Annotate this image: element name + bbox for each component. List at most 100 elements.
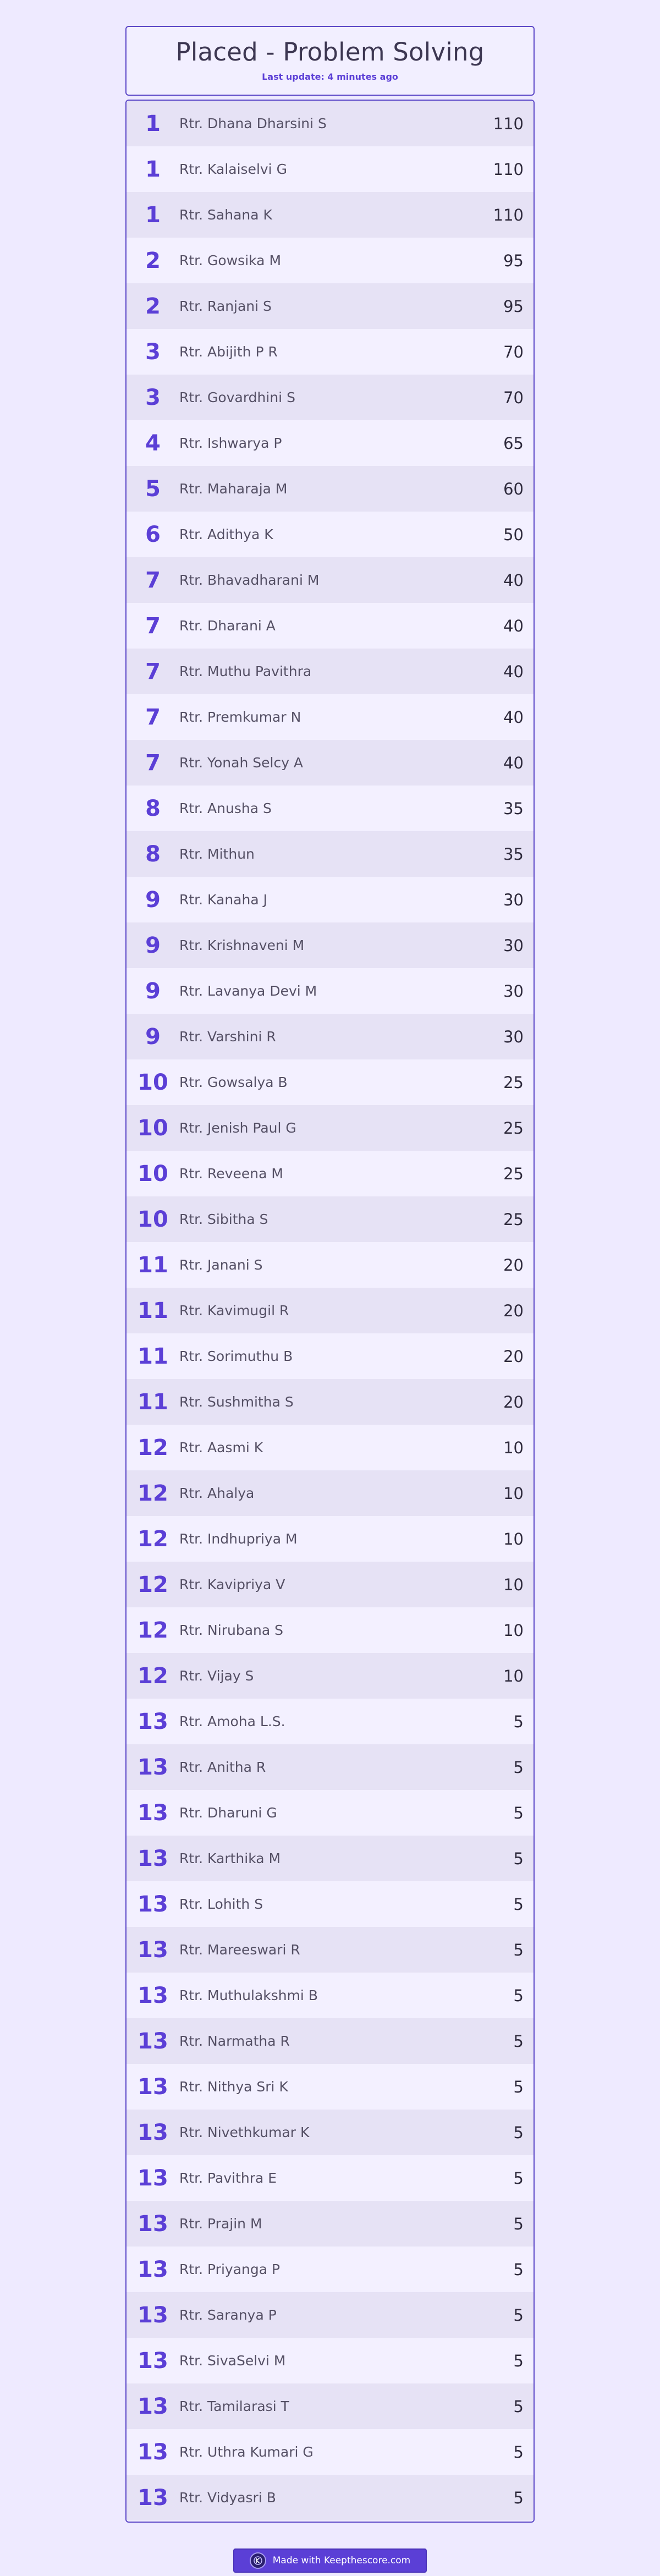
participant-score: 10	[503, 1529, 524, 1548]
participant-name: Rtr. Narmatha R	[179, 2033, 290, 2049]
rank-number: 13	[138, 2485, 168, 2511]
participant-name: Rtr. Uthra Kumari G	[179, 2444, 314, 2460]
table-row: 13 Rtr. Vidyasri B 5	[127, 2475, 534, 2520]
table-row: 2 Rtr. Gowsika M 95	[127, 238, 534, 283]
participant-score: 5	[513, 2031, 524, 2051]
participant-name: Rtr. Varshini R	[179, 1029, 276, 1045]
participant-score: 110	[493, 160, 524, 179]
table-row: 13 Rtr. Pavithra E 5	[127, 2155, 534, 2201]
rank-number: 10	[138, 1206, 168, 1232]
rank-number: 13	[138, 1846, 168, 1871]
participant-score: 20	[503, 1255, 524, 1275]
participant-score: 30	[503, 936, 524, 955]
table-row: 7 Rtr. Dharani A 40	[127, 603, 534, 649]
participant-name: Rtr. Prajin M	[179, 2216, 262, 2232]
participant-score: 10	[503, 1666, 524, 1685]
participant-name: Rtr. Krishnaveni M	[179, 937, 305, 953]
participant-score: 95	[503, 296, 524, 316]
rank-number: 13	[138, 2119, 168, 2145]
rank-number: 7	[145, 567, 161, 593]
table-row: 12 Rtr. Vijay S 10	[127, 1653, 534, 1699]
participant-name: Rtr. Pavithra E	[179, 2170, 277, 2186]
table-row: 9 Rtr. Lavanya Devi M 30	[127, 968, 534, 1014]
participant-name: Rtr. Premkumar N	[179, 709, 301, 725]
rank-number: 13	[138, 2302, 168, 2328]
rank-number: 12	[138, 1663, 168, 1689]
participant-name: Rtr. Dhana Dharsini S	[179, 116, 327, 131]
table-row: 8 Rtr. Mithun 35	[127, 831, 534, 877]
rank-number: 13	[138, 2393, 168, 2419]
rank-number: 13	[138, 2165, 168, 2191]
participant-score: 5	[513, 2260, 524, 2279]
rank-number: 13	[138, 2256, 168, 2282]
participant-score: 40	[503, 753, 524, 772]
participant-name: Rtr. Reveena M	[179, 1166, 283, 1182]
rank-number: 13	[138, 2211, 168, 2237]
rank-number: 11	[138, 1298, 168, 1323]
participant-name: Rtr. Karthika M	[179, 1850, 281, 1866]
rank-number: 13	[138, 2028, 168, 2054]
participant-score: 5	[513, 1757, 524, 1777]
participant-score: 110	[493, 205, 524, 224]
rank-number: 8	[145, 795, 161, 821]
table-row: 11 Rtr. Kavimugil R 20	[127, 1288, 534, 1333]
leaderboard-table: 1 Rtr. Dhana Dharsini S 110 1 Rtr. Kalaiselv…	[125, 100, 535, 2523]
participant-score: 10	[503, 1438, 524, 1457]
rank-number: 9	[145, 1024, 161, 1050]
participant-name: Rtr. Janani S	[179, 1257, 263, 1273]
participant-name: Rtr. Ranjani S	[179, 298, 272, 314]
table-row: 7 Rtr. Yonah Selcy A 40	[127, 740, 534, 786]
participant-score: 25	[503, 1118, 524, 1138]
table-row: 13 Rtr. Nivethkumar K 5	[127, 2110, 534, 2155]
rank-number: 10	[138, 1161, 168, 1187]
rank-number: 13	[138, 1982, 168, 2008]
table-row: 9 Rtr. Kanaha J 30	[127, 877, 534, 922]
participant-name: Rtr. Saranya P	[179, 2307, 277, 2323]
participant-score: 40	[503, 616, 524, 635]
rank-number: 11	[138, 1252, 168, 1278]
table-row: 12 Rtr. Nirubana S 10	[127, 1607, 534, 1653]
rank-number: 9	[145, 978, 161, 1004]
table-row: 13 Rtr. Narmatha R 5	[127, 2018, 534, 2064]
participant-score: 5	[513, 2442, 524, 2462]
rank-number: 10	[138, 1069, 168, 1095]
participant-name: Rtr. Govardhini S	[179, 389, 295, 405]
table-row: 13 Rtr. Karthika M 5	[127, 1836, 534, 1881]
last-update-text: Last update: 4 minutes ago	[262, 72, 398, 82]
participant-score: 60	[503, 479, 524, 498]
participant-name: Rtr. Gowsika M	[179, 252, 282, 268]
participant-name: Rtr. Ishwarya P	[179, 435, 282, 451]
participant-score: 30	[503, 1027, 524, 1046]
participant-score: 5	[513, 2397, 524, 2416]
participant-name: Rtr. Sorimuthu B	[179, 1348, 293, 1364]
rank-number: 13	[138, 1800, 168, 1826]
participant-name: Rtr. Ahalya	[179, 1485, 255, 1501]
participant-score: 25	[503, 1210, 524, 1229]
table-row: 12 Rtr. Indhupriya M 10	[127, 1516, 534, 1562]
made-with-keepthescore-button[interactable]: Made with Keepthescore.com	[233, 2548, 427, 2573]
participant-score: 10	[503, 1484, 524, 1503]
rank-number: 13	[138, 2439, 168, 2465]
participant-score: 5	[513, 1849, 524, 1868]
rank-number: 9	[145, 932, 161, 958]
table-row: 13 Rtr. Muthulakshmi B 5	[127, 1973, 534, 2018]
rank-number: 1	[145, 156, 161, 182]
table-row: 13 Rtr. Prajin M 5	[127, 2201, 534, 2247]
table-row: 13 Rtr. SivaSelvi M 5	[127, 2338, 534, 2383]
participant-name: Rtr. Aasmi K	[179, 1440, 263, 1455]
participant-name: Rtr. Anitha R	[179, 1759, 266, 1775]
participant-name: Rtr. Nithya Sri K	[179, 2079, 288, 2095]
table-row: 10 Rtr. Jenish Paul G 25	[127, 1105, 534, 1151]
participant-name: Rtr. Yonah Selcy A	[179, 755, 304, 771]
table-row: 7 Rtr. Bhavadharani M 40	[127, 557, 534, 603]
table-row: 8 Rtr. Anusha S 35	[127, 786, 534, 831]
rank-number: 12	[138, 1480, 168, 1506]
participant-score: 10	[503, 1621, 524, 1640]
table-row: 1 Rtr. Sahana K 110	[127, 192, 534, 238]
rank-number: 13	[138, 1891, 168, 1917]
rank-number: 12	[138, 1617, 168, 1643]
participant-score: 110	[493, 114, 524, 133]
participant-score: 40	[503, 707, 524, 727]
rank-number: 7	[145, 613, 161, 639]
rank-number: 5	[145, 476, 161, 502]
